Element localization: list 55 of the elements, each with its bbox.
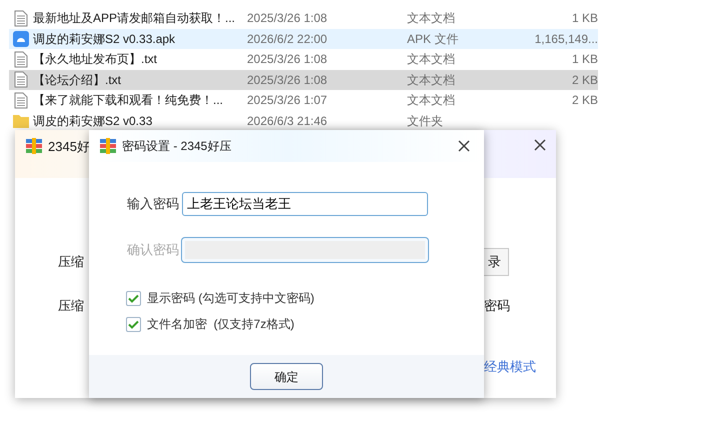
file-size: 2 KB <box>570 72 598 89</box>
document-icon <box>14 10 28 27</box>
file-type: 文本文档 <box>407 72 456 89</box>
file-type: 文本文档 <box>407 51 456 68</box>
password-field[interactable]: 上老王论坛当老王 <box>182 192 428 216</box>
file-row[interactable]: 【论坛介绍】.txt 2025/3/26 1:08 文本文档 2 KB <box>9 70 598 90</box>
field-label: 输入密码 <box>126 195 180 214</box>
file-type: 文本文档 <box>407 10 456 28</box>
file-type: APK 文件 <box>407 30 460 48</box>
file-row[interactable]: 最新地址及APP请发邮箱自动获取！... 2025/3/26 1:08 文本文档 1 KB <box>9 8 598 28</box>
checkbox[interactable] <box>126 290 141 306</box>
file-name: 【论坛介绍】.txt <box>33 72 122 89</box>
document-icon <box>14 50 28 68</box>
file-size: 1 KB <box>570 10 598 28</box>
window-title: 2345好 <box>48 138 90 156</box>
mode-link[interactable]: 经典模式 <box>484 357 536 376</box>
option-label: 密码 <box>484 297 510 315</box>
file-row[interactable]: 调皮的莉安娜S2 v0.33 2026/6/3 21:46 文件夹 <box>9 110 598 131</box>
file-date: 2025/3/26 1:08 <box>247 10 328 28</box>
checkbox[interactable] <box>126 316 141 332</box>
folder-icon <box>13 114 29 128</box>
document-icon <box>14 92 28 109</box>
file-row[interactable]: 调皮的莉安娜S2 v0.33.apk 2026/6/2 22:00 APK 文件 1,165,149... <box>9 28 598 49</box>
file-size: 2 KB <box>570 92 598 110</box>
file-row[interactable]: 【来了就能下载和观看！纯免费！... 2025/3/26 1:07 文本文档 2 KB <box>9 90 598 110</box>
file-date: 2026/6/3 21:46 <box>247 112 328 130</box>
file-date: 2025/3/26 1:08 <box>247 72 328 89</box>
field-label: 确认密码 <box>126 241 180 260</box>
file-name: 调皮的莉安娜S2 v0.33 <box>33 112 154 130</box>
file-name: 【来了就能下载和观看！纯免费！... <box>33 92 224 110</box>
file-type: 文本文档 <box>407 92 456 110</box>
confirm-button[interactable]: 确定 <box>250 363 323 390</box>
file-size: 1 KB <box>570 51 598 68</box>
dialog-title: 密码设置 - 2345好压 <box>122 138 232 155</box>
file-name: 调皮的莉安娜S2 v0.33.apk <box>33 30 176 48</box>
file-date: 2025/3/26 1:08 <box>247 51 328 68</box>
option-label: 文件名加密 (仅支持7z格式) <box>147 316 294 333</box>
close-icon[interactable] <box>534 139 546 151</box>
document-icon <box>14 71 28 88</box>
close-icon[interactable] <box>458 140 470 152</box>
archive-icon <box>25 137 43 155</box>
file-name: 【永久地址发布页】.txt <box>33 51 158 68</box>
archive-icon <box>99 137 117 155</box>
file-row[interactable]: 【永久地址发布页】.txt 2025/3/26 1:08 文本文档 1 KB <box>9 49 598 70</box>
file-type: 文件夹 <box>407 112 444 130</box>
file-name: 最新地址及APP请发邮箱自动获取！... <box>33 10 236 28</box>
option-label: 显示密码 (勾选可支持中文密码) <box>147 290 314 307</box>
file-date: 2025/3/26 1:07 <box>247 92 328 110</box>
file-size: 1,165,149... <box>534 30 598 48</box>
check-icon <box>128 320 139 328</box>
check-icon <box>128 294 139 302</box>
app-package-icon <box>13 30 29 47</box>
field-label: 压缩 <box>58 297 84 315</box>
field-label: 压缩 <box>58 253 84 271</box>
file-date: 2026/6/2 22:00 <box>247 30 328 48</box>
